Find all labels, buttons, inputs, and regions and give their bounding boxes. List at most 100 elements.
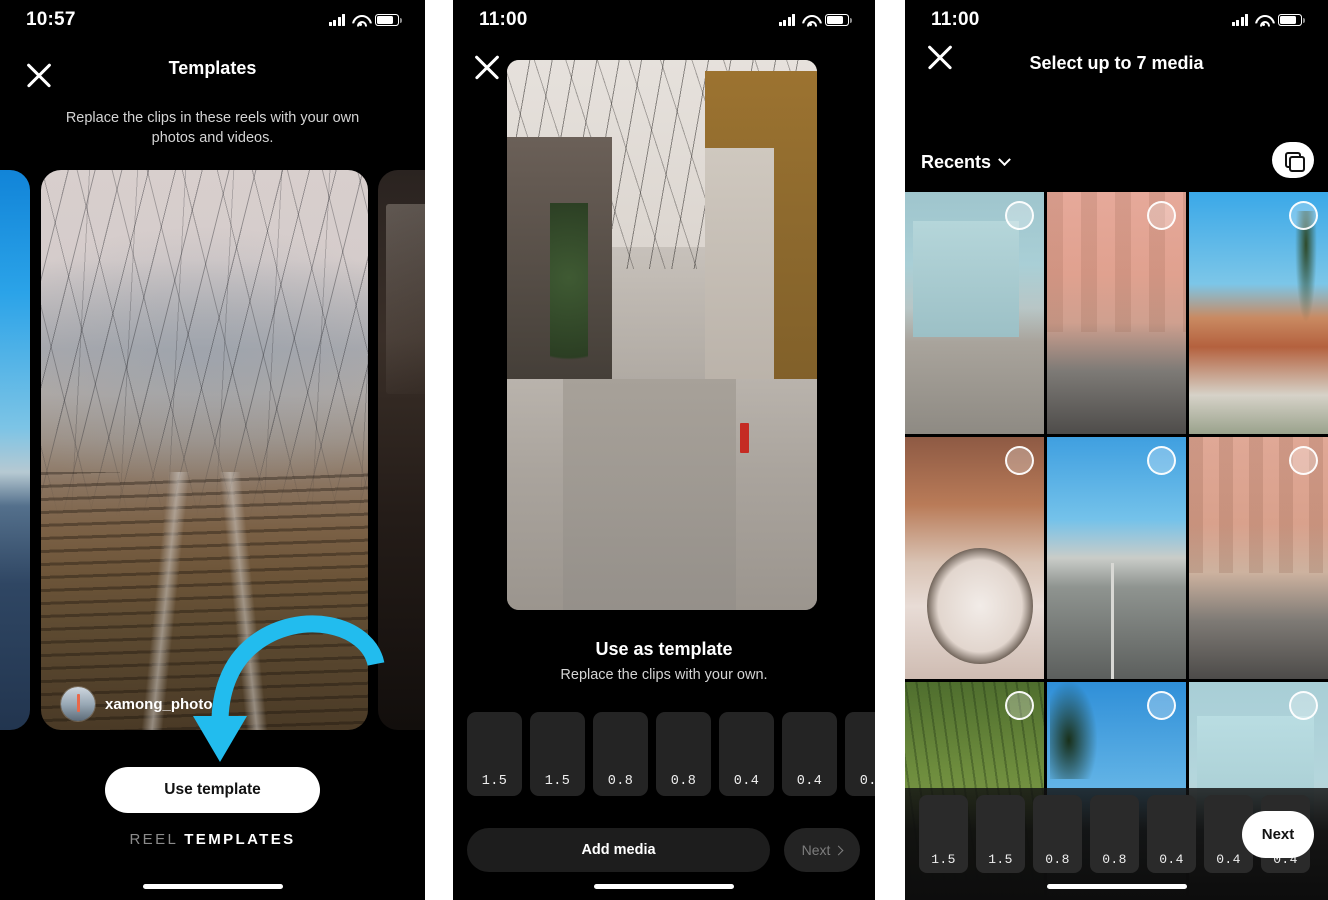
select-circle-icon[interactable] (1005, 201, 1034, 230)
wifi-icon (1255, 14, 1271, 27)
multi-select-layers-icon (1285, 152, 1305, 172)
clip-duration: 0.8 (670, 774, 697, 789)
album-label: Recents (921, 152, 992, 172)
add-media-button[interactable]: Add media (467, 828, 770, 872)
clip-slot[interactable]: 1.5 (919, 795, 968, 873)
clip-duration: 1.5 (481, 774, 508, 789)
cellular-bars-icon (778, 14, 795, 26)
clip-slot[interactable]: 0.4 (845, 712, 875, 796)
clip-duration: 1.5 (988, 852, 1013, 867)
brand-watermark: REEL TEMPLATES (0, 831, 425, 848)
status-indicators (1231, 14, 1305, 27)
select-circle-icon[interactable] (1289, 201, 1318, 230)
use-template-button[interactable]: Use template (105, 767, 320, 813)
select-circle-icon[interactable] (1289, 691, 1318, 720)
clip-duration: 0.4 (1216, 852, 1241, 867)
close-icon[interactable] (24, 60, 54, 90)
select-circle-icon[interactable] (1005, 446, 1034, 475)
multi-select-button[interactable] (1272, 142, 1314, 178)
panel-gap (425, 0, 453, 900)
clip-duration: 1.5 (544, 774, 571, 789)
wifi-icon (352, 14, 368, 27)
reel-author[interactable]: xamong_photo (61, 687, 213, 721)
clip-slot[interactable]: 0.8 (1033, 795, 1082, 873)
chevron-down-icon (998, 153, 1011, 167)
status-indicators (328, 14, 402, 27)
brand-word-templates: TEMPLATES (184, 831, 296, 848)
next-button[interactable]: Next (1242, 811, 1314, 858)
clip-slot[interactable]: 1.5 (467, 712, 522, 796)
page-subtitle: Replace the clips with your own. (560, 667, 768, 683)
clip-slot[interactable]: 0.4 (1147, 795, 1196, 873)
clip-slot[interactable]: 1.5 (530, 712, 585, 796)
reel-thumbnail (41, 170, 368, 730)
phone-panel-media-picker: 11:00 Select up to 7 media Recents 1.5 1… (905, 0, 1328, 900)
clip-duration: 1.5 (931, 852, 956, 867)
clip-duration: 0.8 (1102, 852, 1127, 867)
battery-icon (1278, 14, 1305, 26)
clip-slot[interactable]: 0.8 (656, 712, 711, 796)
select-circle-icon[interactable] (1005, 691, 1034, 720)
battery-icon (825, 14, 852, 26)
select-circle-icon[interactable] (1147, 201, 1176, 230)
page-subtitle: Replace the clips in these reels with yo… (65, 110, 360, 146)
clip-slot[interactable]: 0.8 (1090, 795, 1139, 873)
clip-slot[interactable]: 1.5 (976, 795, 1025, 873)
select-circle-icon[interactable] (1147, 446, 1176, 475)
clip-duration: 0.4 (859, 774, 875, 789)
clip-timeline[interactable]: 1.5 1.5 0.8 0.8 0.4 0.4 0.4 (467, 712, 875, 796)
phone-panel-templates: 10:57 Templates Replace the clips in the… (0, 0, 425, 900)
panel-gap (875, 0, 905, 900)
battery-icon (375, 14, 402, 26)
media-thumbnail[interactable] (1047, 192, 1186, 434)
cellular-bars-icon (328, 14, 345, 26)
clip-duration: 0.8 (1045, 852, 1070, 867)
status-clock: 10:57 (26, 9, 76, 30)
cellular-bars-icon (1231, 14, 1248, 26)
screenshot-board: 10:57 Templates Replace the clips in the… (0, 0, 1328, 900)
clip-duration: 0.8 (607, 774, 634, 789)
avatar (61, 687, 95, 721)
clip-duration: 0.4 (733, 774, 760, 789)
media-thumbnail[interactable] (905, 437, 1044, 679)
wifi-icon (802, 14, 818, 27)
media-thumbnail[interactable] (905, 192, 1044, 434)
album-selector[interactable]: Recents (921, 152, 1011, 173)
home-indicator (594, 884, 734, 889)
select-circle-icon[interactable] (1289, 446, 1318, 475)
carousel-item-active[interactable]: xamong_photo (41, 170, 368, 730)
status-bar: 11:00 (905, 0, 1328, 40)
panel1-header: Templates (0, 58, 425, 79)
next-label: Next (801, 842, 831, 858)
brand-word-reel: REEL (129, 831, 179, 848)
phone-panel-use-as-template: 11:00 Use as template Replace the clips … (453, 0, 875, 900)
media-thumbnail[interactable] (1189, 437, 1328, 679)
next-button[interactable]: Next (784, 828, 860, 872)
template-preview-video[interactable] (507, 60, 817, 610)
status-clock: 11:00 (931, 9, 980, 30)
home-indicator (1046, 884, 1187, 889)
reel-thumbnail (0, 170, 30, 730)
clip-duration: 0.4 (796, 774, 823, 789)
reel-thumbnail (378, 170, 425, 730)
carousel-item-prev[interactable] (0, 170, 30, 730)
status-indicators (778, 14, 852, 27)
status-bar: 11:00 (453, 0, 875, 40)
close-icon[interactable] (472, 52, 502, 82)
status-bar: 10:57 (0, 0, 425, 40)
close-icon[interactable] (925, 42, 955, 72)
clip-duration: 0.4 (1159, 852, 1184, 867)
preview-thumbnail (507, 60, 817, 610)
media-thumbnail[interactable] (1189, 192, 1328, 434)
clip-slot[interactable]: 0.4 (719, 712, 774, 796)
templates-carousel[interactable]: xamong_photo ♪ fi (0, 170, 425, 730)
clip-slot[interactable]: 0.4 (782, 712, 837, 796)
carousel-item-next[interactable]: ♪ fi (378, 170, 425, 730)
clip-slot[interactable]: 0.8 (593, 712, 648, 796)
chevron-right-icon (833, 845, 844, 855)
home-indicator (142, 884, 283, 889)
page-title: Templates (168, 58, 257, 78)
status-clock: 11:00 (479, 9, 528, 30)
media-thumbnail[interactable] (1047, 437, 1186, 679)
select-circle-icon[interactable] (1147, 691, 1176, 720)
